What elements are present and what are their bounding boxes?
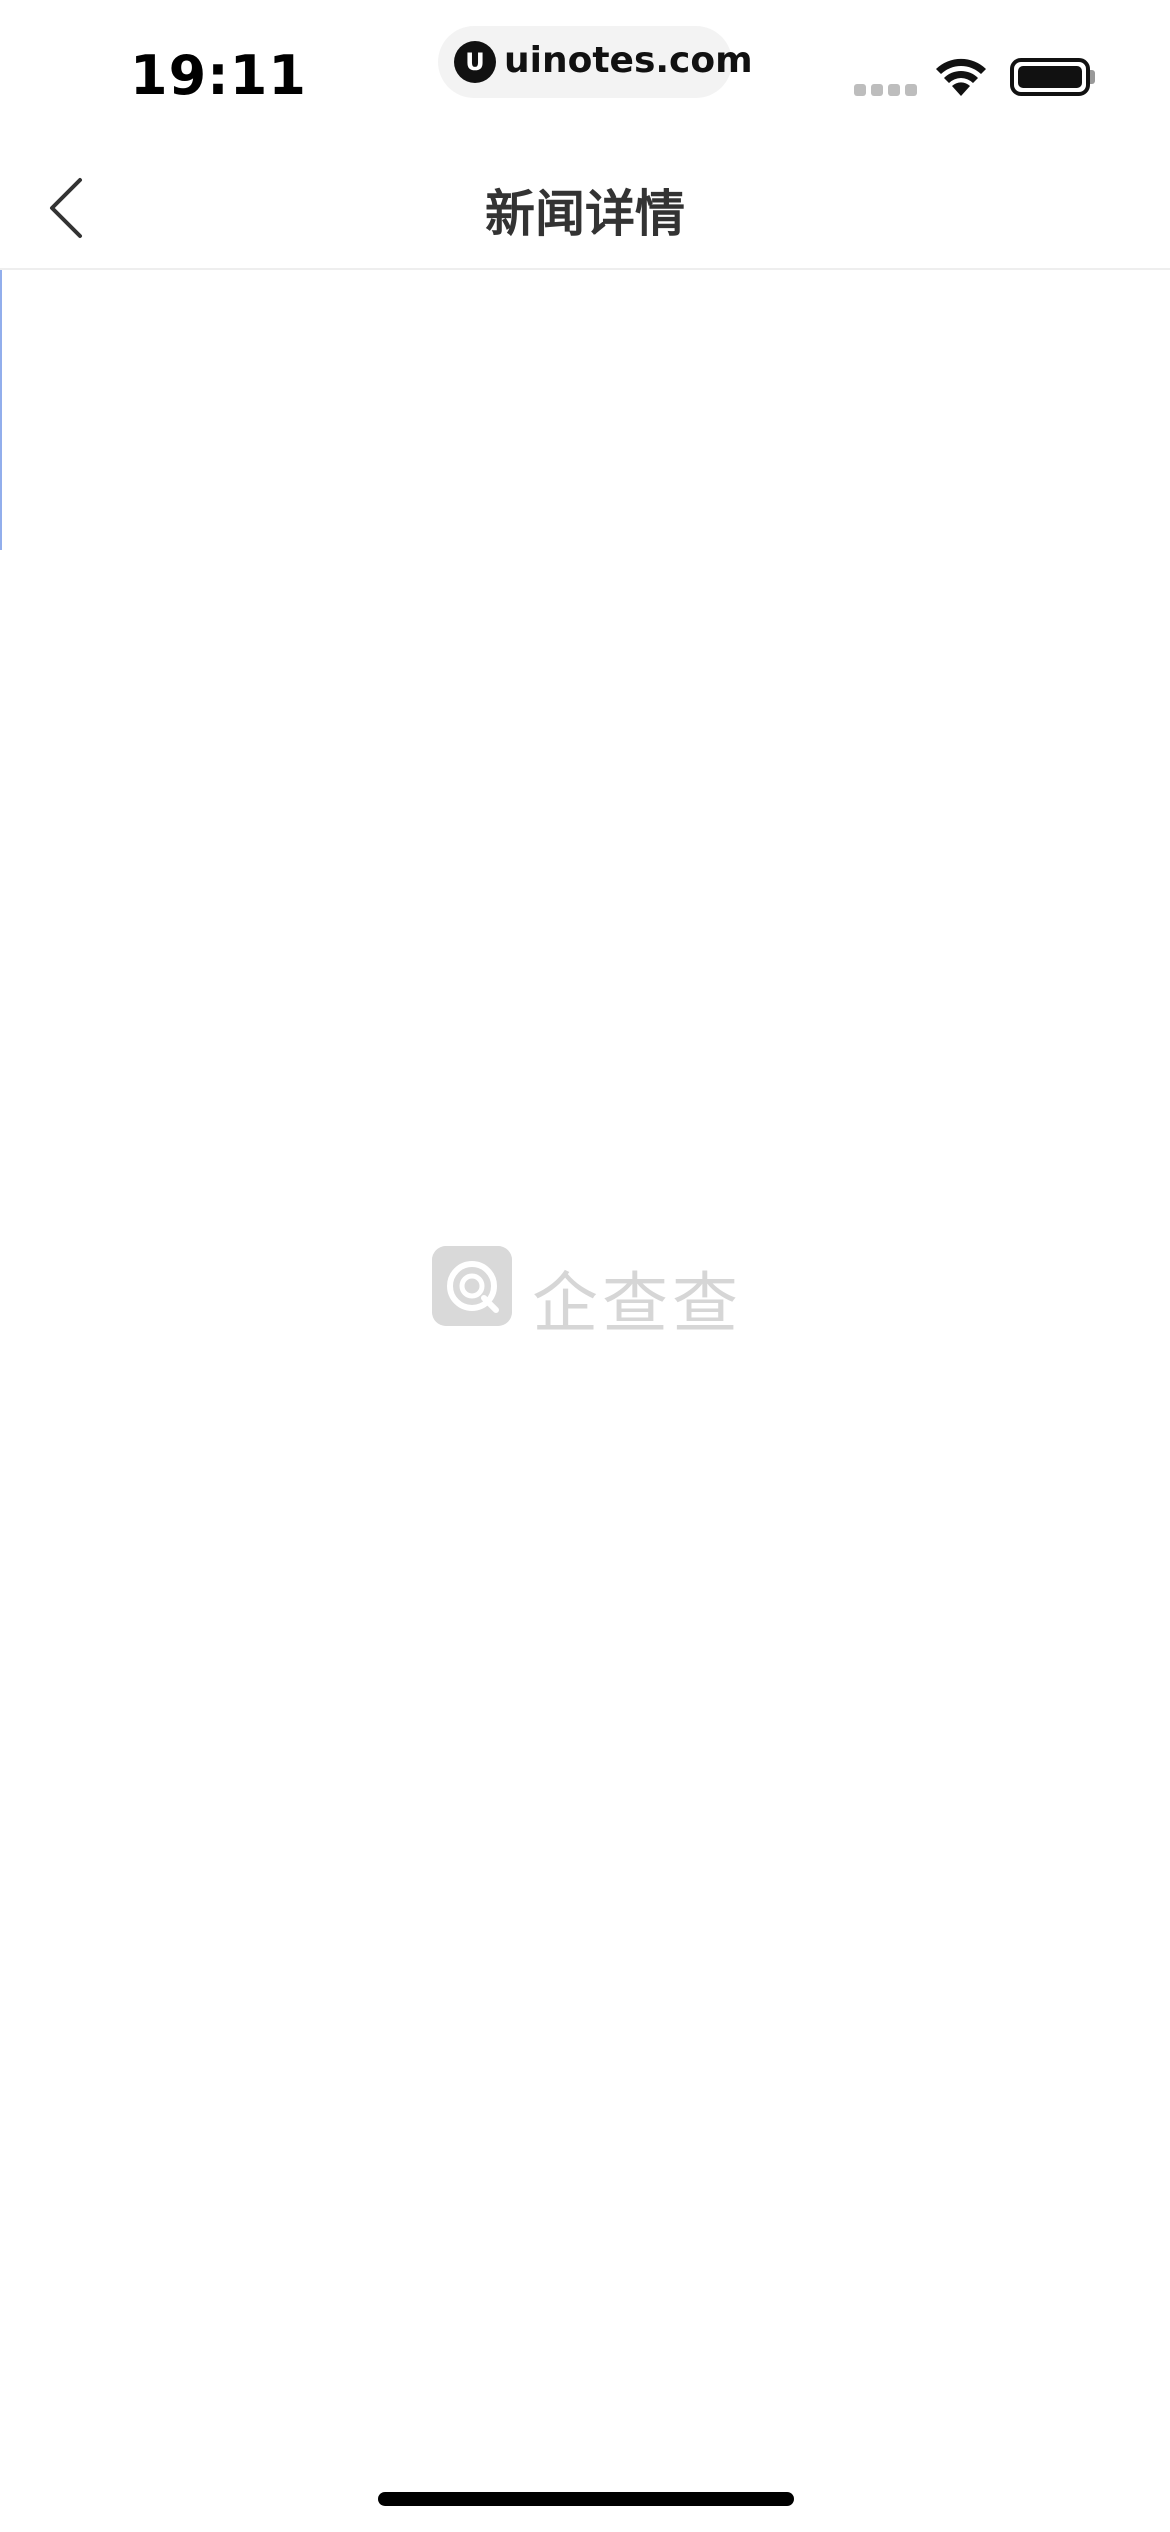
scroll-edge-indicator [0, 270, 2, 550]
url-text: uinotes.com [504, 40, 753, 81]
loading-watermark: 企查查 [432, 1244, 762, 1342]
site-logo-icon: U [454, 41, 496, 83]
news-content-area: 企查查 [0, 270, 1170, 2532]
status-bar: 19:11 U uinotes.com [0, 0, 1170, 140]
status-time: 19:11 [130, 44, 307, 107]
watermark-text: 企查查 [532, 1265, 742, 1342]
page-title: 新闻详情 [485, 185, 685, 243]
url-pill[interactable]: U uinotes.com [438, 26, 753, 98]
wifi-icon [936, 58, 986, 96]
home-indicator[interactable] [378, 2492, 794, 2506]
qcc-logo-icon [432, 1246, 512, 1326]
cellular-signal-icon [854, 84, 918, 96]
nav-bar: 新闻详情 [0, 140, 1170, 270]
battery-icon [1010, 58, 1090, 96]
